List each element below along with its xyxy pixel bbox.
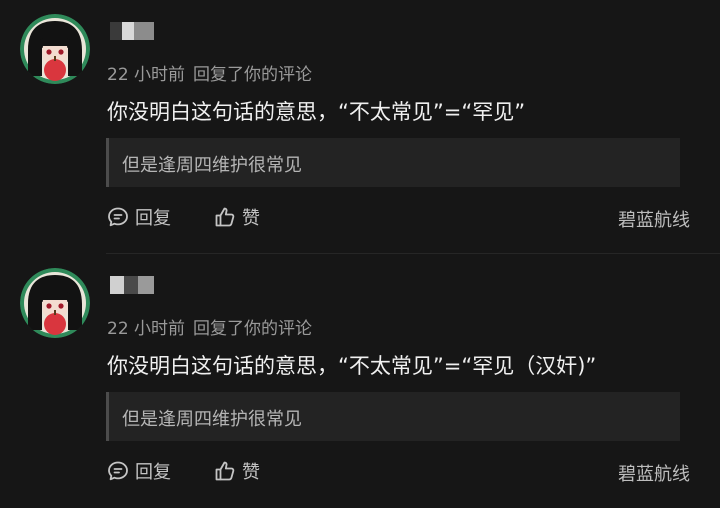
quoted-text: 但是逢周四维护很常见 [122,155,302,176]
comment-meta: 22 小时前 回复了你的评论 [107,314,312,339]
avatar[interactable] [20,14,90,84]
comment-text: 你没明白这句话的意思，“不太常见”=“罕见（汉奸)” [107,354,597,378]
comment-meta: 22 小时前 回复了你的评论 [107,60,312,85]
notification-action: 回复了你的评论 [193,65,313,85]
comment-actions: 回复 赞 碧蓝航线 [106,203,690,231]
timestamp: 22 小时前 [107,65,186,85]
thumbs-up-icon [215,461,235,481]
source-game-link[interactable]: 碧蓝航线 [618,206,690,232]
comment-text: 你没明白这句话的意思，“不太常见”=“罕见” [107,100,526,124]
comment-actions: 回复 赞 碧蓝航线 [106,457,690,485]
chat-bubble-icon [108,207,128,227]
thumbs-up-icon [215,207,235,227]
quoted-text: 但是逢周四维护很常见 [122,409,302,430]
username-mosaic[interactable] [110,276,154,294]
avatar-image [20,14,90,84]
chat-bubble-icon [108,461,128,481]
reply-label: 回复 [135,208,171,229]
notification-action: 回复了你的评论 [193,319,313,339]
source-game-link[interactable]: 碧蓝航线 [618,460,690,486]
like-button[interactable]: 赞 [213,457,260,485]
comment-card: 22 小时前 回复了你的评论 你没明白这句话的意思，“不太常见”=“罕见” 但是逢… [0,0,720,254]
username-mosaic[interactable] [110,22,154,40]
like-button[interactable]: 赞 [213,203,260,231]
comment-card: 22 小时前 回复了你的评论 你没明白这句话的意思，“不太常见”=“罕见（汉奸)”… [0,254,720,508]
avatar-image [20,268,90,338]
avatar[interactable] [20,268,90,338]
reply-button[interactable]: 回复 [106,457,171,485]
quoted-comment[interactable]: 但是逢周四维护很常见 [106,392,680,441]
timestamp: 22 小时前 [107,319,186,339]
reply-button[interactable]: 回复 [106,203,171,231]
like-label: 赞 [242,208,260,229]
quoted-comment[interactable]: 但是逢周四维护很常见 [106,138,680,187]
reply-label: 回复 [135,462,171,483]
like-label: 赞 [242,462,260,483]
